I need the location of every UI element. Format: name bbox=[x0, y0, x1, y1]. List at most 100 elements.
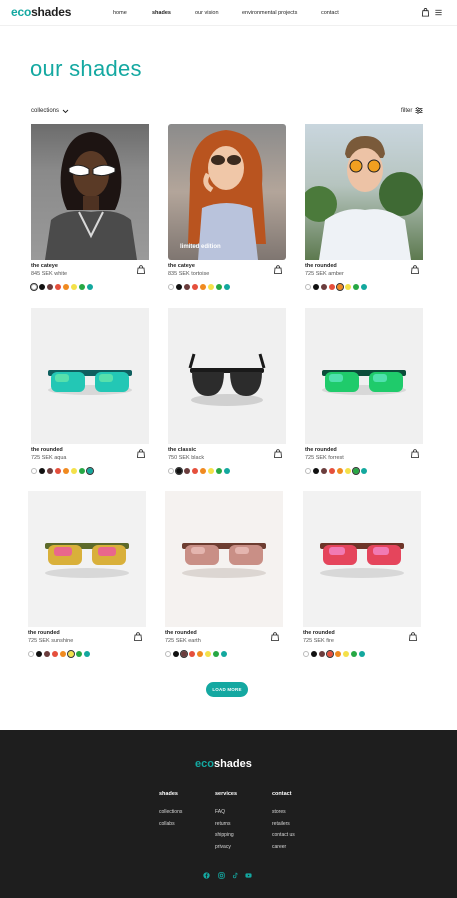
footer-link-faq[interactable]: FAQ bbox=[215, 809, 225, 815]
instagram-icon[interactable] bbox=[218, 872, 225, 879]
color-swatch[interactable] bbox=[335, 651, 341, 657]
color-swatch[interactable] bbox=[335, 282, 345, 292]
color-swatch[interactable] bbox=[28, 651, 34, 657]
color-swatch[interactable] bbox=[224, 284, 230, 290]
color-swatch[interactable] bbox=[60, 651, 66, 657]
add-to-bag-icon[interactable] bbox=[411, 449, 419, 458]
color-swatch[interactable] bbox=[71, 468, 77, 474]
color-swatch[interactable] bbox=[79, 468, 85, 474]
color-swatch[interactable] bbox=[343, 651, 349, 657]
color-swatch[interactable] bbox=[76, 651, 82, 657]
product-image[interactable] bbox=[165, 491, 283, 627]
product-name[interactable]: the classic bbox=[168, 447, 196, 453]
color-swatch[interactable] bbox=[63, 284, 69, 290]
color-swatch[interactable] bbox=[224, 468, 230, 474]
color-swatch[interactable] bbox=[337, 468, 343, 474]
color-swatch[interactable] bbox=[47, 284, 53, 290]
add-to-bag-icon[interactable] bbox=[137, 449, 145, 458]
color-swatch[interactable] bbox=[87, 284, 93, 290]
color-swatch[interactable] bbox=[192, 284, 198, 290]
color-swatch[interactable] bbox=[84, 651, 90, 657]
footer-link-stores[interactable]: stores bbox=[272, 809, 286, 815]
color-swatch[interactable] bbox=[165, 651, 171, 657]
color-swatch[interactable] bbox=[303, 651, 309, 657]
color-swatch[interactable] bbox=[52, 651, 58, 657]
color-swatch[interactable] bbox=[168, 468, 174, 474]
add-to-bag-icon[interactable] bbox=[274, 449, 282, 458]
nav-environmental-projects[interactable]: environmental projects bbox=[242, 10, 297, 16]
color-swatch[interactable] bbox=[55, 468, 61, 474]
nav-shades[interactable]: shades bbox=[152, 10, 171, 16]
product-image[interactable] bbox=[31, 308, 149, 444]
color-swatch[interactable] bbox=[305, 468, 311, 474]
add-to-bag-icon[interactable] bbox=[271, 632, 279, 641]
product-image[interactable] bbox=[168, 308, 286, 444]
footer-link-collections[interactable]: collections bbox=[159, 809, 182, 815]
color-swatch[interactable] bbox=[216, 284, 222, 290]
color-swatch[interactable] bbox=[351, 651, 357, 657]
youtube-icon[interactable] bbox=[245, 872, 252, 879]
add-to-bag-icon[interactable] bbox=[409, 632, 417, 641]
color-swatch[interactable] bbox=[173, 651, 179, 657]
product-image[interactable] bbox=[28, 491, 146, 627]
footer-link-career[interactable]: career bbox=[272, 844, 286, 850]
product-name[interactable]: the rounded bbox=[305, 447, 337, 453]
product-image-model[interactable] bbox=[31, 124, 149, 260]
product-name[interactable]: the rounded bbox=[305, 263, 337, 269]
color-swatch[interactable] bbox=[208, 468, 214, 474]
footer-link-shipping[interactable]: shipping bbox=[215, 832, 234, 838]
color-swatch[interactable] bbox=[321, 284, 327, 290]
add-to-bag-icon[interactable] bbox=[134, 632, 142, 641]
product-name[interactable]: the rounded bbox=[303, 630, 335, 636]
product-name[interactable]: the rounded bbox=[165, 630, 197, 636]
facebook-icon[interactable] bbox=[203, 872, 210, 879]
color-swatch[interactable] bbox=[311, 651, 317, 657]
color-swatch[interactable] bbox=[200, 468, 206, 474]
color-swatch[interactable] bbox=[176, 284, 182, 290]
footer-link-privacy[interactable]: privacy bbox=[215, 844, 231, 850]
menu-icon[interactable] bbox=[434, 8, 443, 17]
color-swatch[interactable] bbox=[213, 651, 219, 657]
product-image[interactable] bbox=[303, 491, 421, 627]
product-name[interactable]: the rounded bbox=[31, 447, 63, 453]
footer-link-contact-us[interactable]: contact us bbox=[272, 832, 295, 838]
shopping-bag-icon[interactable] bbox=[421, 8, 430, 17]
color-swatch[interactable] bbox=[329, 284, 335, 290]
color-swatch[interactable] bbox=[174, 466, 184, 476]
product-name[interactable]: the rounded bbox=[28, 630, 60, 636]
product-image-model[interactable]: limited edition bbox=[168, 124, 286, 260]
color-swatch[interactable] bbox=[361, 284, 367, 290]
color-swatch[interactable] bbox=[39, 468, 45, 474]
color-swatch[interactable] bbox=[197, 651, 203, 657]
color-swatch[interactable] bbox=[329, 468, 335, 474]
filter-button[interactable]: filter bbox=[401, 107, 423, 114]
add-to-bag-icon[interactable] bbox=[274, 265, 282, 274]
tiktok-icon[interactable] bbox=[232, 872, 239, 879]
color-swatch[interactable] bbox=[184, 468, 190, 474]
color-swatch[interactable] bbox=[85, 466, 95, 476]
color-swatch[interactable] bbox=[179, 649, 189, 659]
footer-link-returns[interactable]: returns bbox=[215, 821, 231, 827]
product-image[interactable] bbox=[305, 308, 423, 444]
product-name[interactable]: the cateye bbox=[31, 263, 58, 269]
color-swatch[interactable] bbox=[47, 468, 53, 474]
color-swatch[interactable] bbox=[325, 649, 335, 659]
color-swatch[interactable] bbox=[71, 284, 77, 290]
color-swatch[interactable] bbox=[29, 282, 39, 292]
color-swatch[interactable] bbox=[216, 468, 222, 474]
color-swatch[interactable] bbox=[221, 651, 227, 657]
brand-logo[interactable]: ecoshades bbox=[11, 5, 71, 19]
color-swatch[interactable] bbox=[39, 284, 45, 290]
color-swatch[interactable] bbox=[345, 468, 351, 474]
color-swatch[interactable] bbox=[345, 284, 351, 290]
footer-link-collabs[interactable]: collabs bbox=[159, 821, 175, 827]
color-swatch[interactable] bbox=[200, 284, 206, 290]
color-swatch[interactable] bbox=[205, 651, 211, 657]
color-swatch[interactable] bbox=[184, 284, 190, 290]
color-swatch[interactable] bbox=[63, 468, 69, 474]
color-swatch[interactable] bbox=[361, 468, 367, 474]
color-swatch[interactable] bbox=[44, 651, 50, 657]
color-swatch[interactable] bbox=[36, 651, 42, 657]
footer-logo[interactable]: ecoshades bbox=[195, 758, 252, 770]
color-swatch[interactable] bbox=[351, 466, 361, 476]
